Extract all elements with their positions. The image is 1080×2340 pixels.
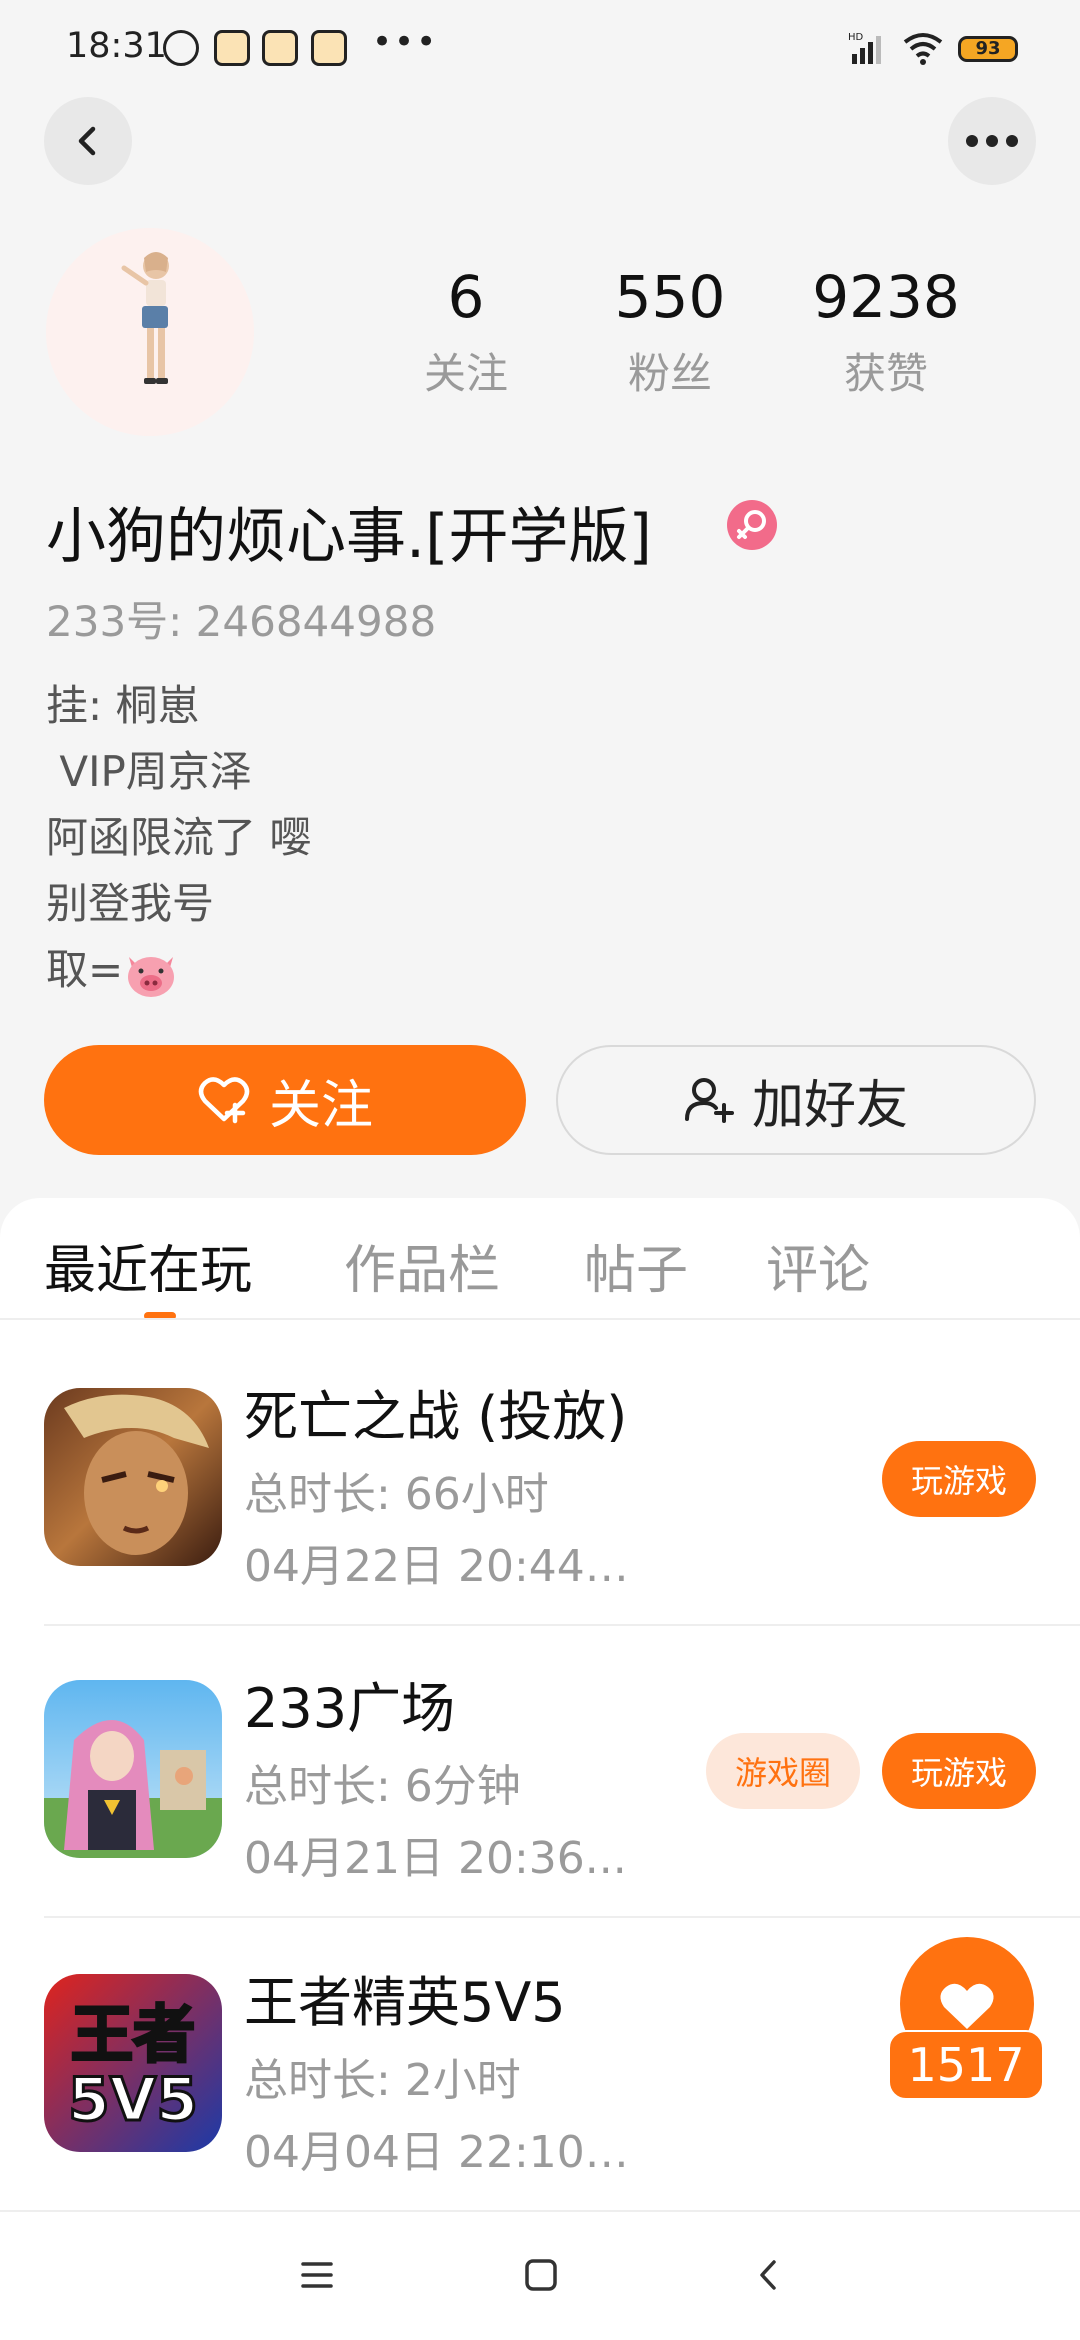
chevron-left-icon [78, 126, 96, 156]
likes-label: 获赞 [843, 349, 928, 398]
tab-comments[interactable]: 评论 [766, 1228, 870, 1303]
play-game-button[interactable]: 玩游戏 [882, 1441, 1036, 1517]
game-duration: 总时长: 6分钟 [244, 1761, 521, 1812]
follow-label: 关注 [268, 1075, 373, 1136]
nickname: 小狗的烦心事.[开学版] [46, 502, 652, 572]
following-count: 6 [447, 263, 485, 331]
divider [44, 1624, 1080, 1626]
tab-recently-played[interactable]: 最近在玩 [44, 1228, 252, 1303]
divider [44, 1916, 1080, 1918]
game-title[interactable]: 王者精英5V5 [244, 1958, 566, 2037]
account-id: 233号: 246844988 [46, 597, 437, 646]
bio-line: 挂: 桐崽 [46, 681, 200, 730]
wifi-icon [903, 30, 943, 66]
system-nav-bar [0, 2210, 1080, 2340]
bio-line: VIP周京泽 [46, 747, 252, 796]
alarm-icon [163, 30, 199, 66]
bio-line: 取= [46, 945, 124, 994]
status-bar: 18:31 ••• HD 93 [0, 0, 1080, 95]
status-time: 18:31 [66, 26, 167, 66]
more-horizontal-icon [966, 135, 1018, 147]
battery-icon: 93 [958, 36, 1018, 62]
play-game-button[interactable]: 玩游戏 [882, 1733, 1036, 1809]
pig-face-emoji-icon [123, 947, 179, 999]
more-notifications-icon: ••• [372, 22, 439, 62]
avatar[interactable] [46, 228, 254, 436]
more-button[interactable] [948, 97, 1036, 185]
likes-count: 9238 [812, 263, 960, 331]
divider [0, 1318, 1080, 1320]
following-stat[interactable]: 6 关注 [366, 262, 566, 401]
icon-text: 5V5 [68, 2065, 198, 2135]
heart-plus-icon [197, 1075, 251, 1125]
add-user-icon [684, 1075, 734, 1125]
tab-posts[interactable]: 帖子 [584, 1228, 688, 1303]
bio-line: 别登我号 [46, 879, 215, 928]
notification-icon [262, 30, 298, 66]
game-icon-king-elite[interactable]: 王者 5V5 [44, 1974, 222, 2152]
game-icon-233-plaza[interactable] [44, 1680, 222, 1858]
following-label: 关注 [423, 349, 508, 398]
game-last-played: 04月21日 20:36... [244, 1833, 627, 1884]
female-gender-icon [727, 500, 777, 550]
bio: 挂: 桐崽 VIP周京泽 阿函限流了 嘤 别登我号 取= [46, 673, 311, 1003]
bio-line: 阿函限流了 嘤 [46, 813, 312, 862]
notification-icon [214, 30, 250, 66]
back-nav-icon[interactable] [756, 2258, 780, 2296]
bio-line-last: 取= [46, 937, 311, 1003]
signal-icon: HD [848, 30, 888, 66]
like-count[interactable]: 1517 [888, 2030, 1044, 2100]
hd-label: HD [848, 32, 864, 43]
back-button[interactable] [44, 97, 132, 185]
game-last-played: 04月04日 22:10玩过 [244, 2127, 664, 2178]
add-friend-button[interactable]: 加好友 [556, 1045, 1036, 1155]
game-last-played: 04月22日 20:44玩过 [244, 1541, 664, 1592]
home-icon[interactable] [524, 2258, 558, 2296]
avatar-figure-image [46, 228, 254, 436]
game-title[interactable]: 233广场 [244, 1664, 455, 1743]
likes-stat[interactable]: 9238 获赞 [786, 262, 986, 401]
game-title[interactable]: 死亡之战 (投放) [244, 1372, 627, 1451]
follow-button[interactable]: 关注 [44, 1045, 526, 1155]
add-friend-label: 加好友 [751, 1075, 908, 1136]
followers-stat[interactable]: 550 粉丝 [570, 262, 770, 401]
icon-text: 王者 [71, 1998, 195, 2071]
notification-icon [311, 30, 347, 66]
followers-count: 550 [614, 263, 726, 331]
followers-label: 粉丝 [627, 349, 712, 398]
game-duration: 总时长: 2小时 [244, 2055, 521, 2106]
menu-icon[interactable] [300, 2260, 334, 2294]
tab-works[interactable]: 作品栏 [344, 1228, 500, 1303]
game-circle-button[interactable]: 游戏圈 [706, 1733, 860, 1809]
game-duration: 总时长: 66小时 [244, 1469, 549, 1520]
game-icon-death-war[interactable] [44, 1388, 222, 1566]
